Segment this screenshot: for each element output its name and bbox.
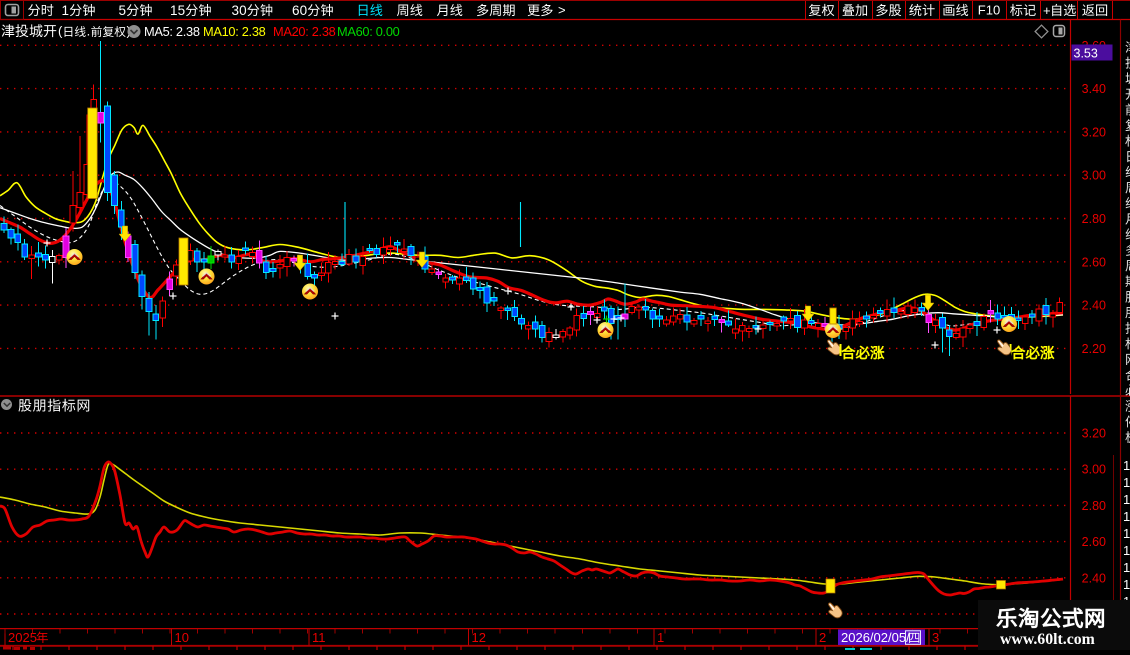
svg-text:2026/02/05/: 2026/02/05/ [841,630,910,645]
svg-text:1: 1 [1123,560,1130,575]
svg-text:1: 1 [1123,458,1130,473]
svg-text:1: 1 [1123,526,1130,541]
svg-text:12: 12 [472,630,486,645]
svg-text:5: 5 [178,3,186,18]
svg-text:(: ( [58,24,63,39]
svg-text:5: 5 [119,3,127,18]
svg-text:3.00: 3.00 [1082,169,1106,183]
svg-text:3: 3 [932,630,939,645]
svg-text:2.60: 2.60 [1082,535,1106,549]
svg-text:1: 1 [1123,475,1130,490]
svg-text:6: 6 [292,3,300,18]
svg-text:1: 1 [1123,509,1130,524]
svg-text:2.20: 2.20 [1082,342,1106,356]
svg-text:2.80: 2.80 [1082,499,1106,513]
svg-text:1: 1 [170,3,178,18]
svg-text:2.40: 2.40 [1082,571,1106,585]
svg-text:1: 1 [62,3,70,18]
svg-text:2: 2 [819,630,826,645]
svg-text:2.40: 2.40 [1082,299,1106,313]
svg-text:www.60lt.com: www.60lt.com [1000,631,1095,648]
svg-text:3.53: 3.53 [1074,47,1098,61]
svg-text:MA10: 2.38: MA10: 2.38 [203,24,266,39]
svg-text:1: 1 [1123,577,1130,592]
svg-text:0: 0 [239,3,247,18]
svg-text:11: 11 [312,630,326,645]
svg-text:MA20: 2.38: MA20: 2.38 [273,24,336,39]
svg-text:2.80: 2.80 [1082,212,1106,226]
svg-text:3.00: 3.00 [1082,463,1106,477]
svg-text:MA60: 0.00: MA60: 0.00 [337,24,400,39]
svg-text:10: 10 [175,630,189,645]
svg-text:.: . [87,24,91,39]
svg-text:MA5: 2.38: MA5: 2.38 [144,24,200,39]
svg-text:+: + [1043,3,1051,18]
svg-text:2.60: 2.60 [1082,255,1106,269]
svg-text:F10: F10 [978,3,1000,18]
svg-text:1: 1 [657,630,664,645]
svg-text:>: > [558,3,566,18]
svg-text:3.40: 3.40 [1082,82,1106,96]
svg-text:1: 1 [1123,543,1130,558]
svg-text:0: 0 [300,3,308,18]
svg-text:3: 3 [232,3,240,18]
svg-text:3.20: 3.20 [1082,125,1106,139]
svg-text:1: 1 [1123,492,1130,507]
svg-text:3.20: 3.20 [1082,427,1106,441]
